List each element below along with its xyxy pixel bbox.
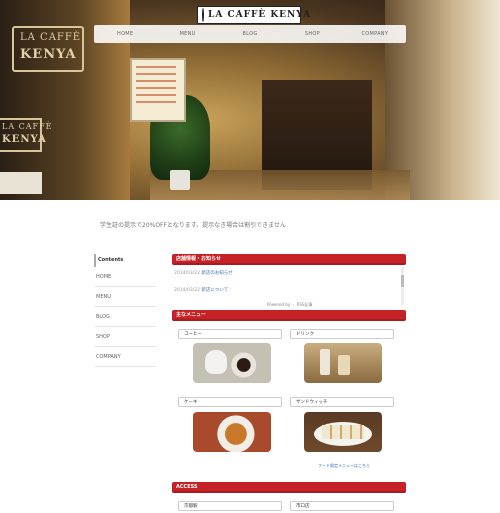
news-row: 2014/03/22 新店のお知らせ bbox=[174, 265, 406, 282]
logo-emblem-icon bbox=[202, 8, 204, 22]
access-heading: ACCESS bbox=[172, 482, 406, 493]
sidebar-heading: Contents bbox=[94, 254, 156, 267]
hero-sign-top: LA CAFFÈ bbox=[20, 32, 82, 43]
site-logo[interactable]: LA CAFFÈ KENYA bbox=[197, 6, 310, 24]
nav-item-home[interactable]: HOME bbox=[94, 25, 156, 43]
sidebar-item-home[interactable]: HOME bbox=[94, 267, 156, 287]
news-scrollbar[interactable] bbox=[401, 267, 404, 305]
discount-notice: 学生証の提示で20%OFFとなります。提示なき場合は割引できません bbox=[100, 222, 287, 229]
sandwich-photo[interactable] bbox=[304, 412, 382, 452]
news-date: 2014/03/22 bbox=[174, 271, 200, 276]
access-list: 京都駅 市口店 bbox=[172, 493, 406, 513]
drink-glass-2 bbox=[338, 355, 350, 375]
sidebar-item-company[interactable]: COMPANY bbox=[94, 347, 156, 367]
coffee-pot bbox=[205, 350, 227, 374]
main-content: 店舗情報・お知らせ 2014/03/22 新店のお知らせ 2014/03/22 … bbox=[172, 254, 406, 513]
sidebar-item-shop[interactable]: SHOP bbox=[94, 327, 156, 347]
sidebar-item-menu[interactable]: MENU bbox=[94, 287, 156, 307]
main-nav: HOME MENU BLOG SHOP COMPANY bbox=[94, 25, 406, 43]
nav-item-shop[interactable]: SHOP bbox=[281, 25, 343, 43]
hero-papers bbox=[0, 172, 42, 194]
menu-grid: コーヒー ドリンク ケーキ サンドウィッチ フード限定メニューはこちら bbox=[172, 321, 406, 470]
hero-plant-pot bbox=[170, 170, 190, 190]
access-button-kyoto[interactable]: 京都駅 bbox=[178, 501, 282, 511]
access-button-ichiguchi[interactable]: 市口店 bbox=[290, 501, 394, 511]
news-heading: 店舗情報・お知らせ bbox=[172, 254, 406, 265]
sidebar-item-blog[interactable]: BLOG bbox=[94, 307, 156, 327]
menu-button-coffee[interactable]: コーヒー bbox=[178, 329, 282, 339]
nav-item-company[interactable]: COMPANY bbox=[344, 25, 406, 43]
nav-item-menu[interactable]: MENU bbox=[156, 25, 218, 43]
news-link[interactable]: 新店のお知らせ bbox=[201, 271, 232, 276]
logo-text: LA CAFFÈ KENYA bbox=[208, 10, 312, 20]
drink-glass-1 bbox=[320, 349, 330, 375]
news-link[interactable]: 新店について bbox=[201, 288, 228, 293]
news-row: 2014/03/22 新店について bbox=[174, 282, 406, 299]
hero-sign-mid-top: LA CAFFÈ bbox=[2, 122, 53, 131]
hero-sign-mid-bottom: KENYA bbox=[2, 134, 47, 145]
drink-photo[interactable] bbox=[304, 343, 382, 383]
cake-photo[interactable] bbox=[193, 412, 271, 452]
news-scrollbar-thumb[interactable] bbox=[401, 275, 404, 287]
nav-item-blog[interactable]: BLOG bbox=[219, 25, 281, 43]
hero-sign-bottom: KENYA bbox=[20, 47, 77, 62]
news-list: 2014/03/22 新店のお知らせ 2014/03/22 新店について Pow… bbox=[172, 265, 406, 310]
coffee-photo[interactable] bbox=[193, 343, 271, 383]
menu-button-sandwich[interactable]: サンドウィッチ bbox=[290, 397, 394, 407]
menu-button-drink[interactable]: ドリンク bbox=[290, 329, 394, 339]
news-date: 2014/03/22 bbox=[174, 288, 200, 293]
menu-heading: 主なメニュー bbox=[172, 310, 406, 321]
powered-by: Powered by ・ RSS記事 bbox=[267, 302, 313, 307]
more-menu-link[interactable]: フード限定メニューはこちら bbox=[318, 463, 370, 469]
sidebar: Contents HOME MENU BLOG SHOP COMPANY bbox=[94, 254, 156, 367]
hero-menu-board-text bbox=[136, 66, 176, 106]
sandwich-slices bbox=[322, 425, 364, 439]
menu-button-cake[interactable]: ケーキ bbox=[178, 397, 282, 407]
